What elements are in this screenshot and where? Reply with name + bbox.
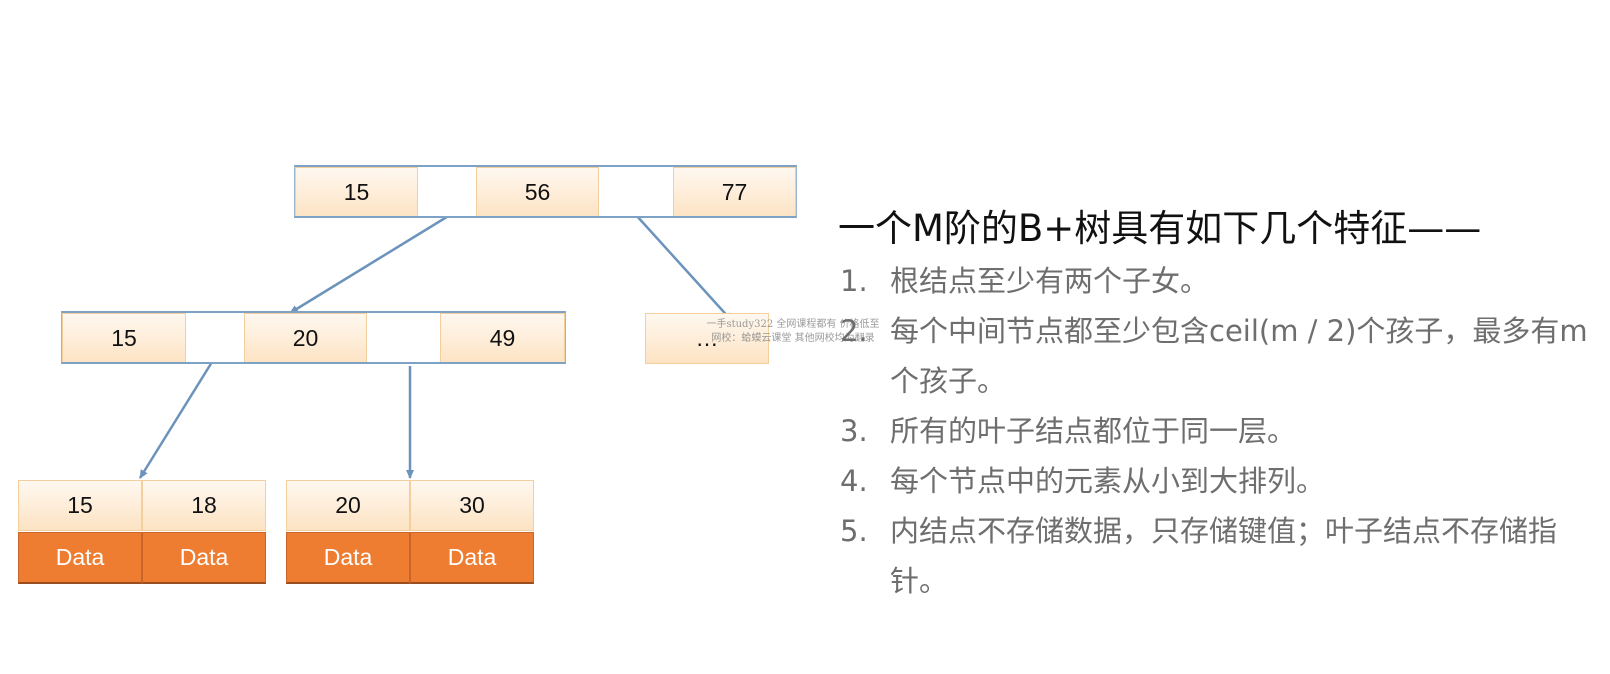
root-gap [599,167,673,218]
feature-list: 1. 根结点至少有两个子女。 2. 每个中间节点都至少包含ceil(m / 2)个孩… [838,256,1598,606]
root-key: 77 [673,167,796,218]
internal-key: 49 [440,313,565,364]
arrow-left-node-to-leaf-left [138,361,214,479]
feature-number: 2. [840,314,868,348]
feature-item: 2. 每个中间节点都至少包含ceil(m / 2)个孩子，最多有m个孩子。 [838,306,1598,406]
feature-number: 5. [840,514,868,548]
leaf-data: Data [142,532,266,584]
leaf-data: Data [410,532,534,584]
feature-item: 4. 每个节点中的元素从小到大排列。 [838,456,1598,506]
root-gap [418,167,476,218]
internal-key: 20 [244,313,367,364]
leaf-key: 30 [410,480,534,531]
feature-text: 内结点不存储数据，只存储键值；叶子结点不存储指针。 [890,514,1558,598]
internal-gap [367,313,440,364]
internal-gap [186,313,244,364]
feature-item: 5. 内结点不存储数据，只存储键值；叶子结点不存储指针。 [838,506,1598,606]
feature-number: 1. [840,264,868,298]
leaf-key: 18 [142,480,266,531]
feature-text: 所有的叶子结点都位于同一层。 [890,414,1297,448]
feature-text: 每个中间节点都至少包含ceil(m / 2)个孩子，最多有m个孩子。 [890,314,1588,398]
feature-number: 3. [840,414,868,448]
internal-key: 15 [62,313,186,364]
feature-item: 1. 根结点至少有两个子女。 [838,256,1598,306]
root-key: 56 [476,167,599,218]
leaf-data: Data [286,532,410,584]
slide-title: 一个M阶的B+树具有如下几个特征—— [838,207,1482,250]
leaf-data: Data [18,532,142,584]
feature-item: 3. 所有的叶子结点都位于同一层。 [838,406,1598,456]
feature-number: 4. [840,464,868,498]
arrow-root-to-right-node [635,214,733,322]
leaf-key: 15 [18,480,142,531]
feature-text: 每个节点中的元素从小到大排列。 [890,464,1326,498]
root-key: 15 [295,167,418,218]
arrow-root-to-left-node [289,213,451,315]
leaf-key: 20 [286,480,410,531]
feature-text: 根结点至少有两个子女。 [890,264,1210,298]
